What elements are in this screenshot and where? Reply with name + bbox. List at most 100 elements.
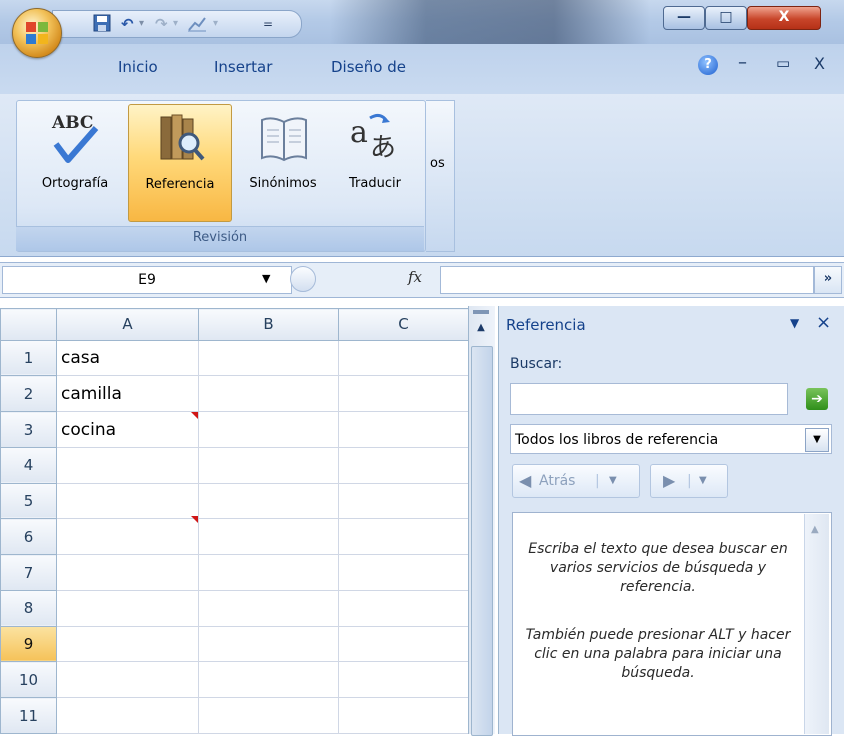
forward-separator: | [687, 473, 692, 489]
next-group-partial [426, 100, 455, 252]
tab-diseno[interactable]: Diseño de [331, 58, 406, 76]
cell-a8[interactable] [56, 589, 199, 627]
cell-b2[interactable] [198, 375, 339, 413]
cell-a4[interactable] [56, 446, 199, 484]
cell-c2[interactable] [338, 375, 469, 413]
cell-a10[interactable] [56, 661, 199, 699]
back-dropdown-icon[interactable]: ▼ [609, 465, 617, 497]
back-button[interactable]: ◀ Atrás | ▼ [512, 464, 640, 498]
cell-c7[interactable] [338, 554, 469, 591]
pane-close-icon[interactable]: × [816, 312, 831, 333]
cell-a6[interactable] [56, 518, 199, 556]
vertical-scrollbar[interactable]: ▲ [468, 306, 495, 736]
pane-options-icon[interactable]: ▼ [790, 316, 799, 330]
name-box[interactable]: E9 [2, 266, 292, 294]
cell-c5[interactable] [338, 482, 469, 520]
cell-a2[interactable]: camilla [56, 375, 199, 413]
reference-books-select[interactable]: Todos los libros de referencia ▼ [510, 424, 832, 454]
redo-dropdown-icon[interactable]: ▾ [173, 14, 178, 34]
sinonimos-button[interactable]: Sinónimos [232, 104, 334, 220]
cell-b5[interactable] [198, 482, 339, 520]
formula-input[interactable] [440, 266, 814, 294]
row-header-10[interactable]: 10 [0, 661, 57, 699]
workbook-minimize-button[interactable]: – [738, 52, 747, 73]
close-button[interactable]: X [747, 6, 821, 30]
cell-c6[interactable] [338, 518, 469, 556]
row-header-5[interactable]: 5 [0, 482, 57, 520]
formula-tools: fx [290, 266, 440, 292]
cell-a5[interactable] [56, 482, 199, 520]
row-header-11[interactable]: 11 [0, 697, 57, 734]
scroll-thumb[interactable] [471, 346, 493, 736]
help-icon[interactable]: ? [698, 55, 718, 75]
row-header-3[interactable]: 3 [0, 411, 57, 448]
row-header-9[interactable]: 9 [0, 625, 57, 663]
tab-inicio[interactable]: Inicio [118, 58, 158, 76]
cell-b1[interactable] [198, 339, 339, 377]
search-input[interactable] [510, 383, 788, 415]
cell-a9[interactable] [56, 625, 199, 663]
cell-b3[interactable] [198, 411, 339, 448]
column-header-a[interactable]: A [56, 308, 199, 341]
cell-b9[interactable] [198, 625, 339, 663]
cell-b10[interactable] [198, 661, 339, 699]
back-label: Atrás [539, 473, 576, 489]
start-search-icon[interactable]: ➔ [806, 388, 828, 410]
redo-icon[interactable]: ↷ [155, 14, 168, 34]
referencia-button[interactable]: Referencia [128, 104, 232, 222]
chart-icon[interactable] [187, 14, 207, 34]
svg-text:ABC: ABC [51, 113, 93, 133]
chevron-down-icon[interactable]: ▼ [805, 428, 829, 452]
cell-c1[interactable] [338, 339, 469, 377]
row-header-1[interactable]: 1 [0, 339, 57, 377]
row-header-2[interactable]: 2 [0, 375, 57, 413]
workbook-restore-button[interactable]: ▭ [776, 54, 790, 72]
tab-insertar[interactable]: Insertar [214, 58, 272, 76]
results-scrollbar[interactable]: ▲ [804, 514, 829, 734]
column-header-c[interactable]: C [338, 308, 469, 341]
expand-formula-button[interactable]: » [814, 266, 842, 294]
row-header-4[interactable]: 4 [0, 446, 57, 484]
cell-a1[interactable]: casa [56, 339, 199, 377]
chart-dropdown-icon[interactable]: ▾ [213, 14, 218, 34]
insert-function-icon[interactable]: fx [408, 268, 422, 286]
undo-dropdown-icon[interactable]: ▾ [139, 14, 144, 34]
ortografia-button[interactable]: ABC Ortografía [24, 104, 126, 220]
cell-c9[interactable] [338, 625, 469, 663]
split-handle[interactable] [473, 310, 489, 314]
scroll-up-icon[interactable]: ▲ [471, 322, 491, 342]
cell-c4[interactable] [338, 446, 469, 484]
sort-chart-icon [188, 17, 206, 32]
maximize-button[interactable]: □ [705, 6, 747, 30]
office-logo-icon [26, 22, 48, 44]
cell-b11[interactable] [198, 697, 339, 734]
workbook-close-button[interactable]: X [814, 54, 825, 73]
formula-scroll-icon[interactable] [290, 266, 316, 292]
row-header-6[interactable]: 6 [0, 518, 57, 556]
column-header-b[interactable]: B [198, 308, 339, 341]
undo-icon[interactable]: ↶ [121, 14, 134, 34]
cell-b8[interactable] [198, 589, 339, 627]
cell-c11[interactable] [338, 697, 469, 734]
cell-b4[interactable] [198, 446, 339, 484]
cell-b7[interactable] [198, 554, 339, 591]
cell-a11[interactable] [56, 697, 199, 734]
results-scroll-up-icon[interactable]: ▲ [811, 524, 819, 535]
name-box-dropdown-icon[interactable]: ▼ [262, 272, 270, 285]
minimize-button[interactable]: — [663, 6, 705, 30]
traducir-button[interactable]: a あ Traducir [334, 104, 416, 220]
customize-qat-icon[interactable]: = [263, 14, 273, 34]
cell-c3[interactable] [338, 411, 469, 448]
select-all-corner[interactable] [0, 308, 57, 341]
cell-c10[interactable] [338, 661, 469, 699]
cell-b6[interactable] [198, 518, 339, 556]
cell-a3[interactable]: cocina [56, 411, 199, 448]
cell-c8[interactable] [338, 589, 469, 627]
forward-dropdown-icon[interactable]: ▼ [699, 465, 707, 497]
forward-button[interactable]: ▶ | ▼ [650, 464, 728, 498]
save-icon[interactable] [93, 14, 111, 34]
office-button[interactable] [12, 8, 62, 58]
row-header-8[interactable]: 8 [0, 589, 57, 627]
cell-a7[interactable] [56, 554, 199, 591]
row-header-7[interactable]: 7 [0, 554, 57, 591]
